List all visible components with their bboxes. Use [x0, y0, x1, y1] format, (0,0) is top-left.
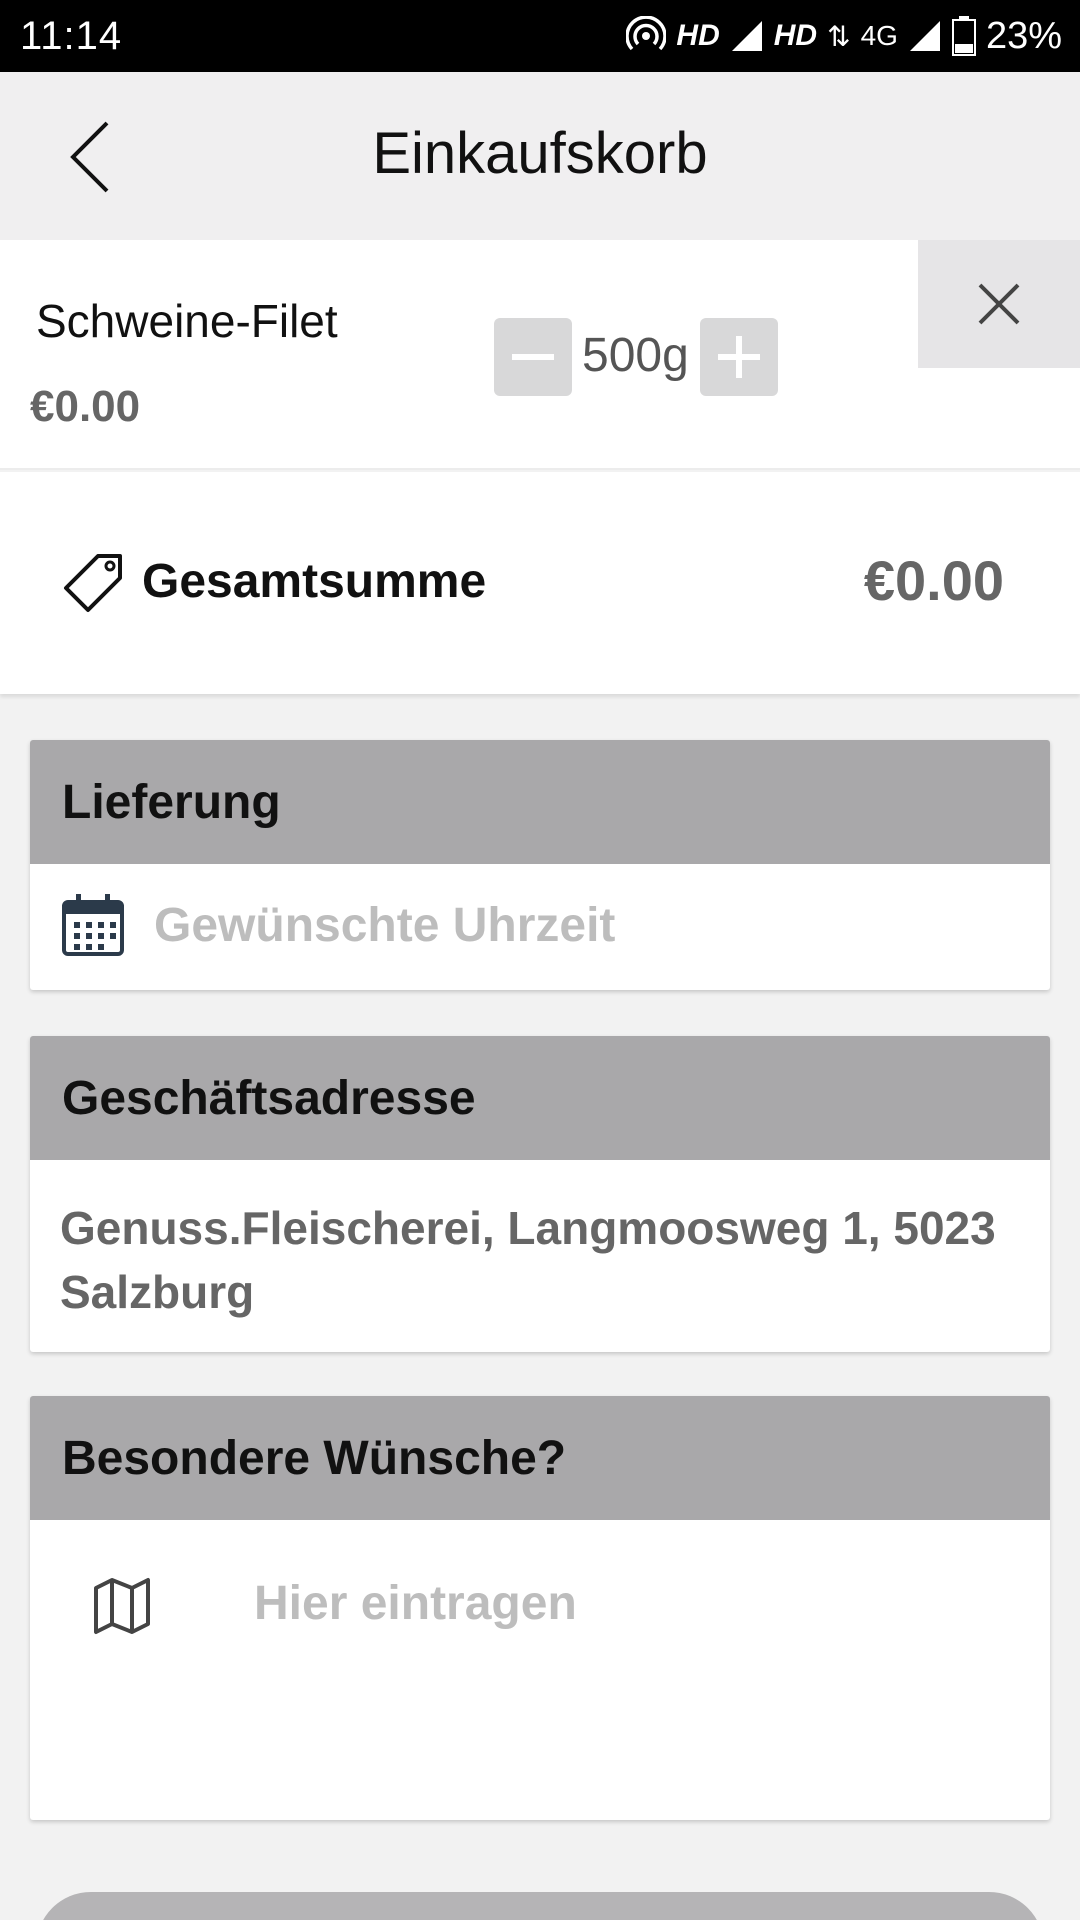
- wishes-header: Besondere Wünsche?: [30, 1396, 1050, 1520]
- total-label: Gesamtsumme: [142, 555, 487, 608]
- signal-icon: [731, 21, 762, 51]
- special-wishes-input[interactable]: [254, 1576, 1014, 1776]
- decrease-quantity-button[interactable]: [494, 318, 572, 396]
- item-name: Schweine-Filet: [36, 295, 338, 347]
- status-indicators: HD HD ⇅ 4G 23%: [626, 15, 1062, 58]
- hd-label-2: HD: [773, 19, 818, 52]
- page-title: Einkaufskorb: [372, 121, 708, 186]
- total-value: €0.00: [863, 549, 1004, 612]
- calendar-icon: [62, 894, 124, 956]
- plus-icon: [718, 336, 760, 378]
- address-header: Geschäftsadresse: [30, 1036, 1050, 1160]
- address-section: Geschäftsadresse Genuss.Fleischerei, Lan…: [30, 1036, 1050, 1352]
- status-time: 11:14: [20, 13, 123, 58]
- wishes-section: Besondere Wünsche?: [30, 1396, 1050, 1820]
- quantity-value: 500g: [582, 329, 689, 382]
- delivery-section: Lieferung: [30, 740, 1050, 990]
- map-icon: [94, 1578, 150, 1634]
- close-icon: [978, 283, 1020, 325]
- hotspot-icon: [626, 16, 667, 51]
- signal-icon-2: [909, 21, 940, 51]
- bottom-action-button[interactable]: [36, 1892, 1044, 1920]
- battery-icon: [951, 16, 976, 56]
- cart-item: Schweine-Filet €0.00 500g: [0, 240, 1080, 470]
- total-card: Gesamtsumme €0.00: [0, 472, 1080, 694]
- app-bar: Einkaufskorb: [0, 72, 1080, 240]
- status-bar: 11:14 HD HD ⇅ 4G 23%: [0, 0, 1080, 72]
- battery-percent: 23%: [985, 14, 1062, 57]
- increase-quantity-button[interactable]: [700, 318, 778, 396]
- remove-item-button[interactable]: [918, 240, 1080, 368]
- delivery-header: Lieferung: [30, 740, 1050, 864]
- delivery-time-input[interactable]: [154, 894, 1014, 956]
- minus-icon: [512, 354, 554, 360]
- data-arrows-icon: ⇅: [827, 20, 851, 52]
- item-price: €0.00: [30, 382, 141, 431]
- hd-label-1: HD: [676, 19, 720, 52]
- address-text: Genuss.Fleischerei, Langmoosweg 1, 5023 …: [60, 1202, 996, 1318]
- tag-icon: [64, 554, 122, 612]
- network-type: 4G: [860, 20, 898, 51]
